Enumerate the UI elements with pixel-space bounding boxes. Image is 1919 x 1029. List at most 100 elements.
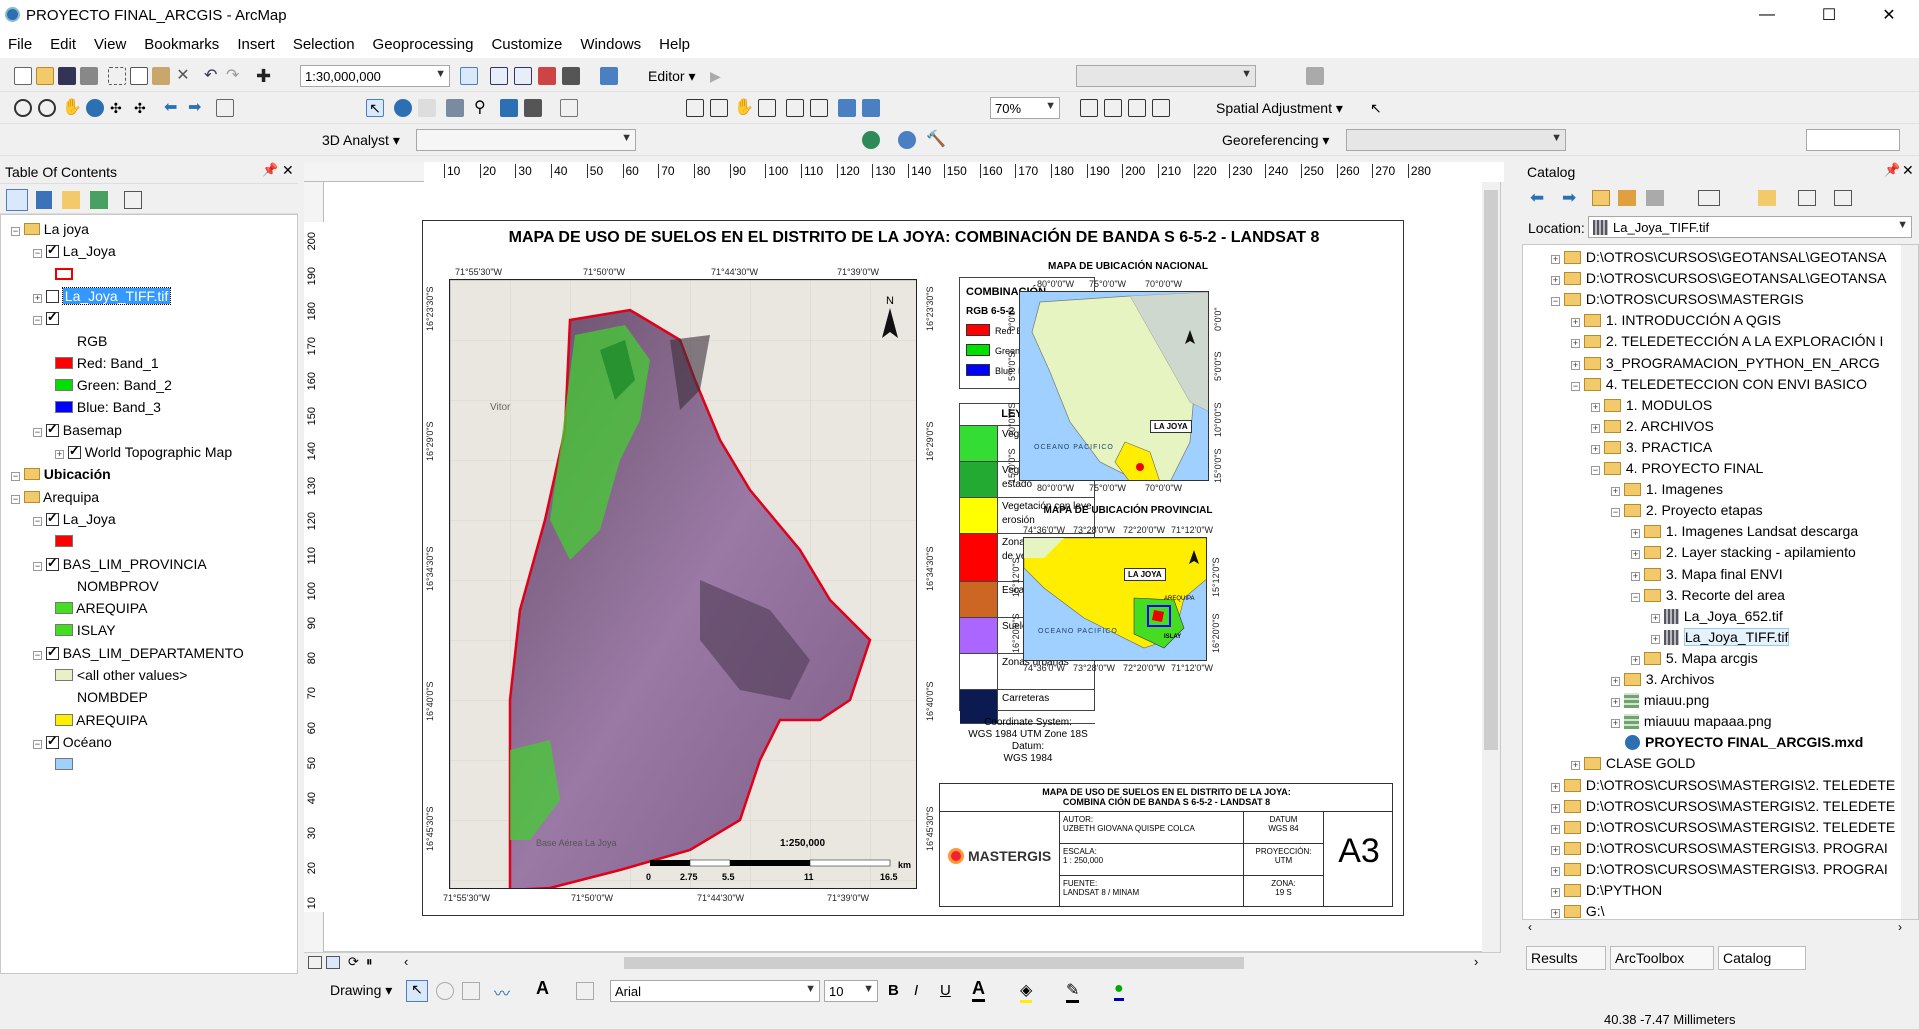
expand-icon[interactable]: + (1611, 487, 1620, 497)
marker-color-icon[interactable]: ● (1114, 980, 1124, 1001)
layout-vertical-scrollbar[interactable] (1482, 182, 1500, 952)
layout-back-icon[interactable] (838, 99, 856, 117)
italic-button[interactable]: I (914, 982, 918, 999)
select-elements-icon[interactable]: ↖ (366, 99, 384, 117)
open-folder-icon[interactable] (36, 67, 54, 85)
symbol-swatch[interactable] (55, 758, 73, 771)
symbol-swatch[interactable] (55, 356, 73, 369)
list-by-selection-icon[interactable] (90, 191, 108, 209)
toc-row[interactable]: − Arequipa (11, 489, 99, 505)
font-color-icon[interactable]: A (972, 978, 985, 1002)
layout-pan-icon[interactable]: ✋ (734, 99, 754, 117)
symbol-swatch[interactable] (55, 624, 73, 637)
expand-icon[interactable]: + (33, 293, 42, 303)
catalog-item[interactable]: + 1. Imagenes (1611, 481, 1723, 497)
georeferencing-menu[interactable]: Georeferencing ▾ (1222, 132, 1329, 149)
toc-options-icon[interactable] (124, 191, 142, 209)
tab-results[interactable]: Results (1526, 946, 1606, 970)
toc-row[interactable] (55, 533, 73, 549)
toc-row[interactable]: NOMBDEP (77, 689, 148, 705)
zoom-to-selected-icon[interactable] (462, 982, 480, 1000)
toc-row[interactable]: RGB (77, 333, 107, 349)
bold-button[interactable]: B (888, 982, 899, 999)
menu-edit[interactable]: Edit (50, 36, 76, 53)
pause-drawing-icon[interactable]: ⏸ (366, 954, 373, 970)
expand-icon[interactable]: + (1551, 803, 1560, 813)
toc-row[interactable]: + La_Joya_TIFF.tif (33, 286, 172, 305)
toc-row[interactable]: − La joya (11, 221, 89, 237)
time-slider-icon[interactable] (560, 99, 578, 117)
drawing-select-icon[interactable]: ↖ (406, 980, 428, 1002)
catalog-icon[interactable] (1306, 67, 1324, 85)
catalog-item[interactable]: + La_Joya_TIFF.tif (1651, 627, 1790, 646)
collapse-icon[interactable]: − (11, 472, 20, 482)
refresh-icon[interactable]: ⟳ (348, 954, 359, 970)
expand-icon[interactable]: + (1631, 550, 1640, 560)
up-folder-icon[interactable] (1592, 190, 1610, 206)
provincial-map-frame[interactable]: LA JOYA AREQUIPA ISLAY OCEANO PACIFICO (1023, 537, 1207, 661)
toc-row[interactable]: − Basemap (33, 421, 122, 438)
catalog-item[interactable]: + 3_PROGRAMACION_PYTHON_EN_ARCG (1571, 355, 1880, 371)
toc-row[interactable]: − (33, 309, 59, 326)
model-builder-icon[interactable] (600, 67, 618, 85)
toc-row[interactable]: − BAS_LIM_DEPARTAMENTO (33, 644, 244, 661)
catalog-item[interactable]: + 1. Imagenes Landsat descarga (1631, 523, 1858, 539)
national-map-frame[interactable]: LA JOYA OCEANO PACIFICO (1019, 291, 1209, 481)
3d-analyst-layer-combo[interactable]: ▼ (416, 129, 636, 151)
expand-icon[interactable]: + (1551, 909, 1560, 919)
location-combo[interactable]: La_Joya_TIFF.tif ▼ (1588, 216, 1912, 238)
catalog-item[interactable]: + La_Joya_652.tif (1651, 608, 1783, 624)
fixed-zoom-out-icon[interactable]: ✣ (134, 99, 152, 117)
toc-row[interactable]: − La_Joya (33, 242, 116, 259)
new-folder-icon[interactable] (1758, 190, 1776, 206)
catalog-item[interactable]: − 4. PROYECTO FINAL (1591, 460, 1763, 476)
symbol-swatch[interactable] (55, 669, 73, 681)
symbol-swatch[interactable] (55, 602, 73, 615)
toc-window-icon[interactable] (514, 67, 532, 85)
menu-insert[interactable]: Insert (237, 36, 275, 53)
expand-icon[interactable]: − (33, 427, 42, 437)
toc-row[interactable]: + World Topographic Map (55, 443, 232, 460)
expand-icon[interactable]: + (1551, 255, 1560, 264)
expand-icon[interactable]: + (1591, 444, 1600, 454)
toc-row[interactable] (55, 756, 73, 772)
expand-icon[interactable]: − (1571, 381, 1580, 391)
catalog-item[interactable]: + D:\OTROS\CURSOS\MASTERGIS\3. PROGRAI (1551, 861, 1888, 877)
drawing-menu[interactable]: Drawing ▾ (330, 982, 392, 999)
save-icon[interactable] (58, 67, 76, 85)
catalog-item[interactable]: + miauuu mapaaa.png (1611, 713, 1772, 730)
catalog-item[interactable]: − 2. Proyecto etapas (1611, 502, 1763, 518)
catalog-item[interactable]: + 1. INTRODUCCIÓN A QGIS (1571, 312, 1781, 328)
line-color-icon[interactable]: ✎ (1066, 980, 1080, 1003)
expand-icon[interactable]: + (1651, 613, 1660, 623)
layout-zoom-combo[interactable]: 70% ▼ (990, 97, 1060, 119)
expand-icon[interactable]: − (33, 516, 42, 526)
catalog-item[interactable]: − 3. Recorte del area (1631, 587, 1785, 603)
forward-extent-icon[interactable]: ➡ (188, 99, 206, 117)
find-route-icon[interactable] (500, 99, 518, 117)
catalog-item[interactable]: + 5. Mapa arcgis (1631, 650, 1758, 666)
expand-icon[interactable]: + (1611, 698, 1620, 708)
full-extent-globe-icon[interactable] (86, 99, 104, 117)
collapse-icon[interactable]: − (11, 227, 20, 236)
catalog-item[interactable]: + 3. PRACTICA (1591, 439, 1712, 455)
toc-row[interactable]: AREQUIPA (55, 712, 147, 728)
expand-icon[interactable]: + (1651, 634, 1660, 644)
text-tool-icon[interactable]: A (536, 978, 549, 999)
arcglobe-icon[interactable] (862, 131, 880, 149)
menu-bookmarks[interactable]: Bookmarks (144, 36, 219, 53)
catalog-close-icon[interactable]: ✕ (1902, 162, 1914, 179)
toc-row[interactable]: − Ubicación (11, 466, 111, 482)
list-by-drawing-order-icon[interactable] (6, 189, 28, 211)
copy-icon[interactable] (130, 67, 148, 85)
visibility-checkbox[interactable] (45, 555, 59, 571)
georeferencing-rotate-input[interactable] (1806, 129, 1900, 151)
visibility-checkbox[interactable] (45, 242, 59, 259)
scrollbar-thumb[interactable] (1484, 190, 1498, 750)
expand-icon[interactable]: + (1551, 888, 1560, 897)
spatial-adjust-select-icon[interactable]: ↖ (1370, 99, 1388, 117)
catalog-item[interactable]: + 1. MODULOS (1591, 397, 1712, 413)
catalog-scroll-right-icon[interactable]: › (1898, 920, 1902, 934)
expand-icon[interactable]: − (33, 316, 42, 326)
expand-icon[interactable]: − (1611, 508, 1620, 518)
